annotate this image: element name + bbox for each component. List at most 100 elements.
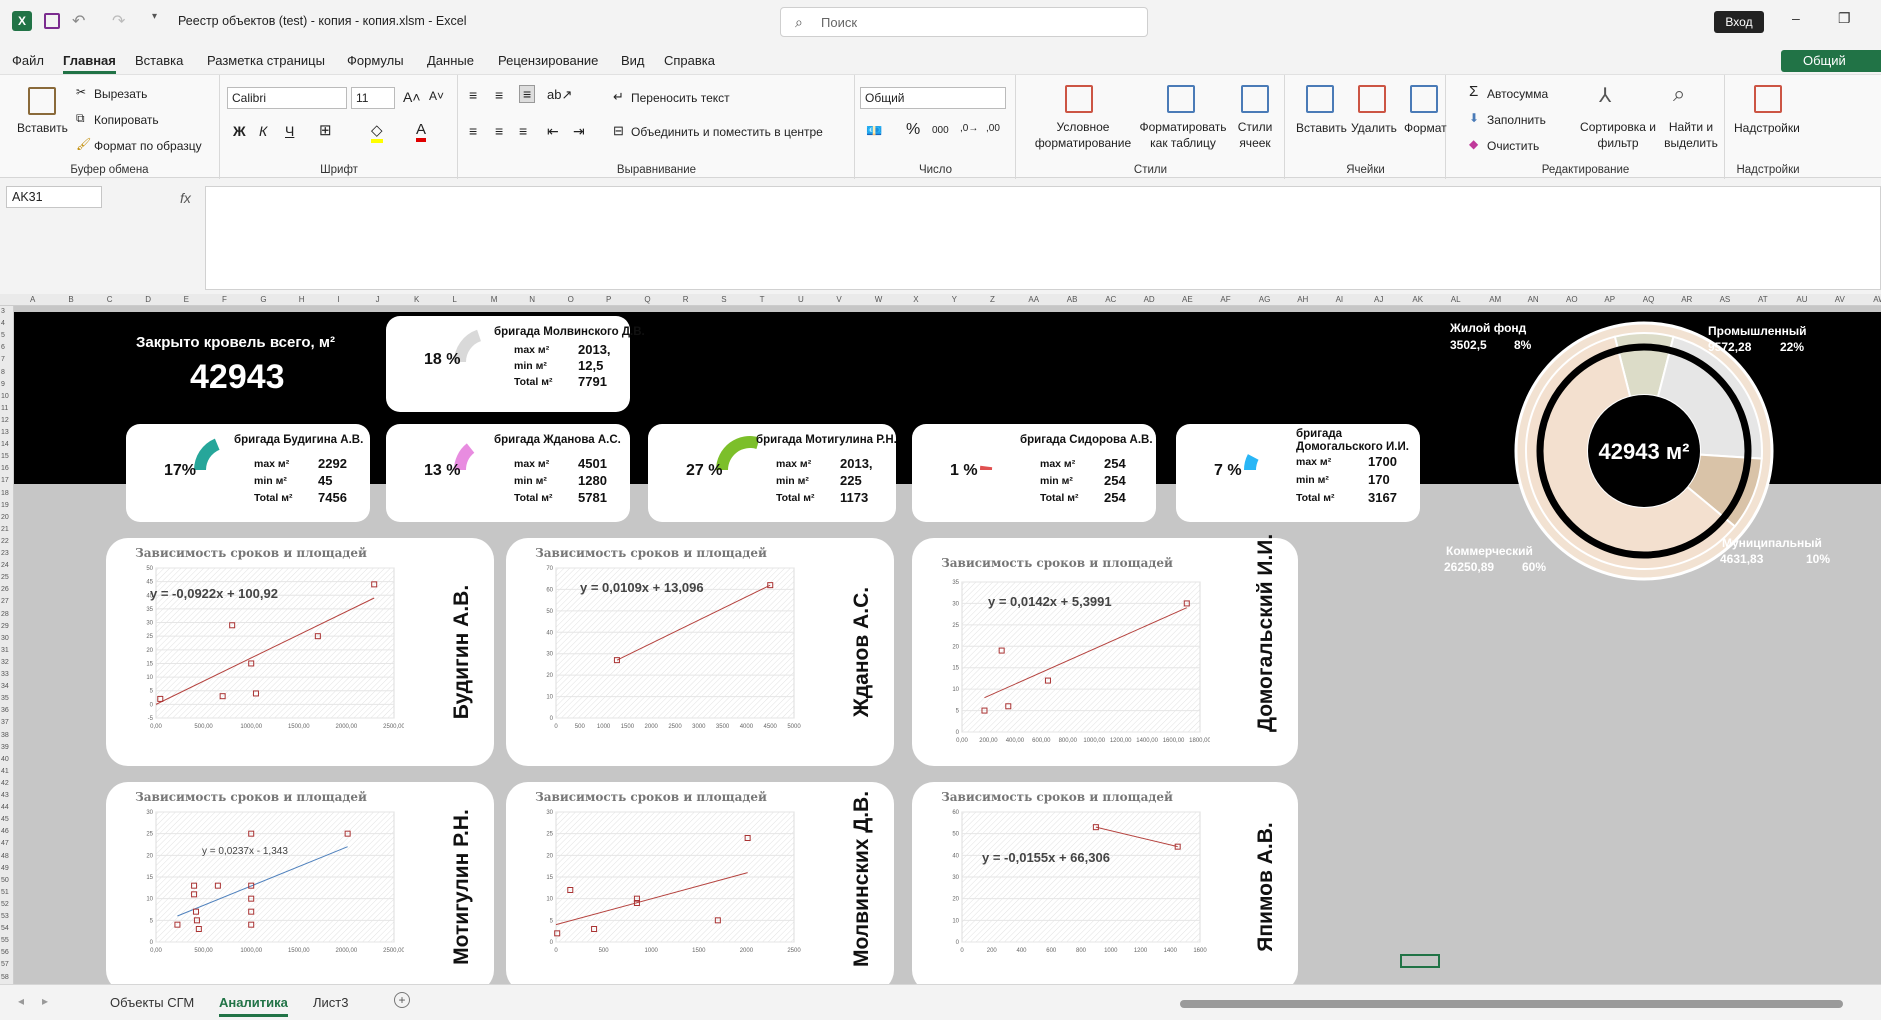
column-header[interactable]: AV: [1835, 295, 1845, 304]
row-header[interactable]: 46: [1, 828, 9, 835]
column-header[interactable]: AB: [1067, 295, 1078, 304]
align-right-icon[interactable]: ≡: [519, 123, 527, 139]
addins-button[interactable]: Надстройки: [1734, 121, 1800, 135]
scroll-left-icon[interactable]: ◂: [18, 994, 24, 1008]
currency-icon[interactable]: 💶: [866, 123, 882, 139]
tab-help[interactable]: Справка: [664, 53, 715, 68]
paste-button[interactable]: Вставить: [17, 121, 68, 135]
row-header[interactable]: 42: [1, 780, 9, 787]
row-header[interactable]: 6: [1, 344, 5, 351]
column-header[interactable]: AW: [1873, 295, 1881, 304]
column-header[interactable]: G: [260, 295, 266, 304]
format-table-button[interactable]: Форматировать как таблицу: [1135, 119, 1231, 151]
row-header[interactable]: 9: [1, 381, 5, 388]
row-header[interactable]: 12: [1, 417, 9, 424]
name-box[interactable]: AK31: [6, 186, 102, 208]
column-header[interactable]: A: [30, 295, 35, 304]
font-size-select[interactable]: 11: [351, 87, 395, 109]
find-select-icon[interactable]: ⌕: [1673, 81, 1685, 107]
column-header[interactable]: AU: [1796, 295, 1807, 304]
tab-insert[interactable]: Вставка: [135, 53, 183, 68]
row-header[interactable]: 20: [1, 514, 9, 521]
column-header[interactable]: M: [491, 295, 498, 304]
column-header[interactable]: AL: [1451, 295, 1461, 304]
tab-review[interactable]: Рецензирование: [498, 53, 598, 68]
font-name-select[interactable]: Calibri: [227, 87, 347, 109]
tab-home[interactable]: Главная: [63, 53, 116, 74]
sort-filter-icon[interactable]: ⅄: [1599, 83, 1611, 108]
find-select-button[interactable]: Найти и выделить: [1657, 119, 1725, 151]
selected-cell[interactable]: [1400, 954, 1440, 968]
increase-decimal-icon[interactable]: ,0→: [960, 123, 978, 134]
conditional-format-button[interactable]: Условное форматирование: [1023, 119, 1143, 151]
row-header[interactable]: 45: [1, 816, 9, 823]
column-header[interactable]: J: [376, 295, 380, 304]
indent-decrease-icon[interactable]: ⇤: [547, 123, 559, 140]
insert-cells-button[interactable]: Вставить: [1296, 121, 1347, 135]
column-header[interactable]: O: [568, 295, 574, 304]
row-header[interactable]: 15: [1, 453, 9, 460]
format-table-icon[interactable]: [1167, 85, 1195, 113]
indent-increase-icon[interactable]: ⇥: [573, 123, 585, 140]
column-header[interactable]: H: [299, 295, 305, 304]
row-header[interactable]: 28: [1, 611, 9, 618]
align-middle-icon[interactable]: ≡: [495, 87, 503, 103]
column-header[interactable]: AO: [1566, 295, 1578, 304]
wrap-text-icon[interactable]: ↵: [613, 89, 624, 105]
row-header[interactable]: 49: [1, 865, 9, 872]
delete-cells-icon[interactable]: [1358, 85, 1386, 113]
column-header[interactable]: I: [337, 295, 339, 304]
column-header[interactable]: Y: [952, 295, 957, 304]
autosum-icon[interactable]: Σ: [1469, 83, 1478, 100]
row-header[interactable]: 48: [1, 853, 9, 860]
column-header[interactable]: AA: [1028, 295, 1039, 304]
column-header[interactable]: AH: [1297, 295, 1308, 304]
row-header[interactable]: 57: [1, 961, 9, 968]
align-bottom-icon[interactable]: ≡: [519, 85, 536, 103]
column-header[interactable]: S: [721, 295, 726, 304]
orientation-icon[interactable]: ab↗: [547, 87, 572, 103]
fill-color-icon[interactable]: ◇: [371, 121, 383, 143]
bold-button[interactable]: Ж: [233, 123, 246, 139]
column-header[interactable]: AT: [1758, 295, 1768, 304]
row-header[interactable]: 21: [1, 526, 9, 533]
format-cells-button[interactable]: Формат: [1404, 121, 1447, 135]
row-header[interactable]: 24: [1, 562, 9, 569]
row-header[interactable]: 52: [1, 901, 9, 908]
row-header[interactable]: 32: [1, 659, 9, 666]
row-header[interactable]: 33: [1, 671, 9, 678]
tab-view[interactable]: Вид: [621, 53, 645, 68]
number-format-select[interactable]: Общий: [860, 87, 1006, 109]
underline-button[interactable]: Ч: [285, 123, 294, 139]
row-header[interactable]: 16: [1, 465, 9, 472]
row-header[interactable]: 31: [1, 647, 9, 654]
row-header[interactable]: 39: [1, 744, 9, 751]
copy-icon[interactable]: ⧉: [76, 111, 85, 126]
align-top-icon[interactable]: ≡: [469, 87, 477, 103]
column-header[interactable]: AJ: [1374, 295, 1383, 304]
redo-icon[interactable]: ↷: [112, 11, 132, 31]
cut-icon[interactable]: ✂: [76, 85, 86, 99]
paste-icon[interactable]: [28, 87, 56, 115]
scroll-right-icon[interactable]: ▸: [42, 994, 48, 1008]
fx-icon[interactable]: fx: [180, 190, 191, 206]
row-header[interactable]: 37: [1, 719, 9, 726]
clear-icon[interactable]: ◆: [1469, 137, 1478, 151]
column-header[interactable]: AI: [1336, 295, 1344, 304]
row-header[interactable]: 26: [1, 586, 9, 593]
row-header[interactable]: 25: [1, 574, 9, 581]
column-header[interactable]: T: [760, 295, 765, 304]
clear-button[interactable]: Очистить: [1487, 139, 1539, 153]
column-header[interactable]: C: [107, 295, 113, 304]
column-header[interactable]: L: [452, 295, 456, 304]
column-header[interactable]: D: [145, 295, 151, 304]
formula-input[interactable]: [205, 186, 1881, 290]
column-header[interactable]: W: [875, 295, 883, 304]
row-header[interactable]: 30: [1, 635, 9, 642]
tab-data[interactable]: Данные: [427, 53, 474, 68]
thousands-button[interactable]: 000: [932, 125, 949, 136]
format-cells-icon[interactable]: [1410, 85, 1438, 113]
row-header[interactable]: 51: [1, 889, 9, 896]
row-header[interactable]: 53: [1, 913, 9, 920]
row-header[interactable]: 14: [1, 441, 9, 448]
